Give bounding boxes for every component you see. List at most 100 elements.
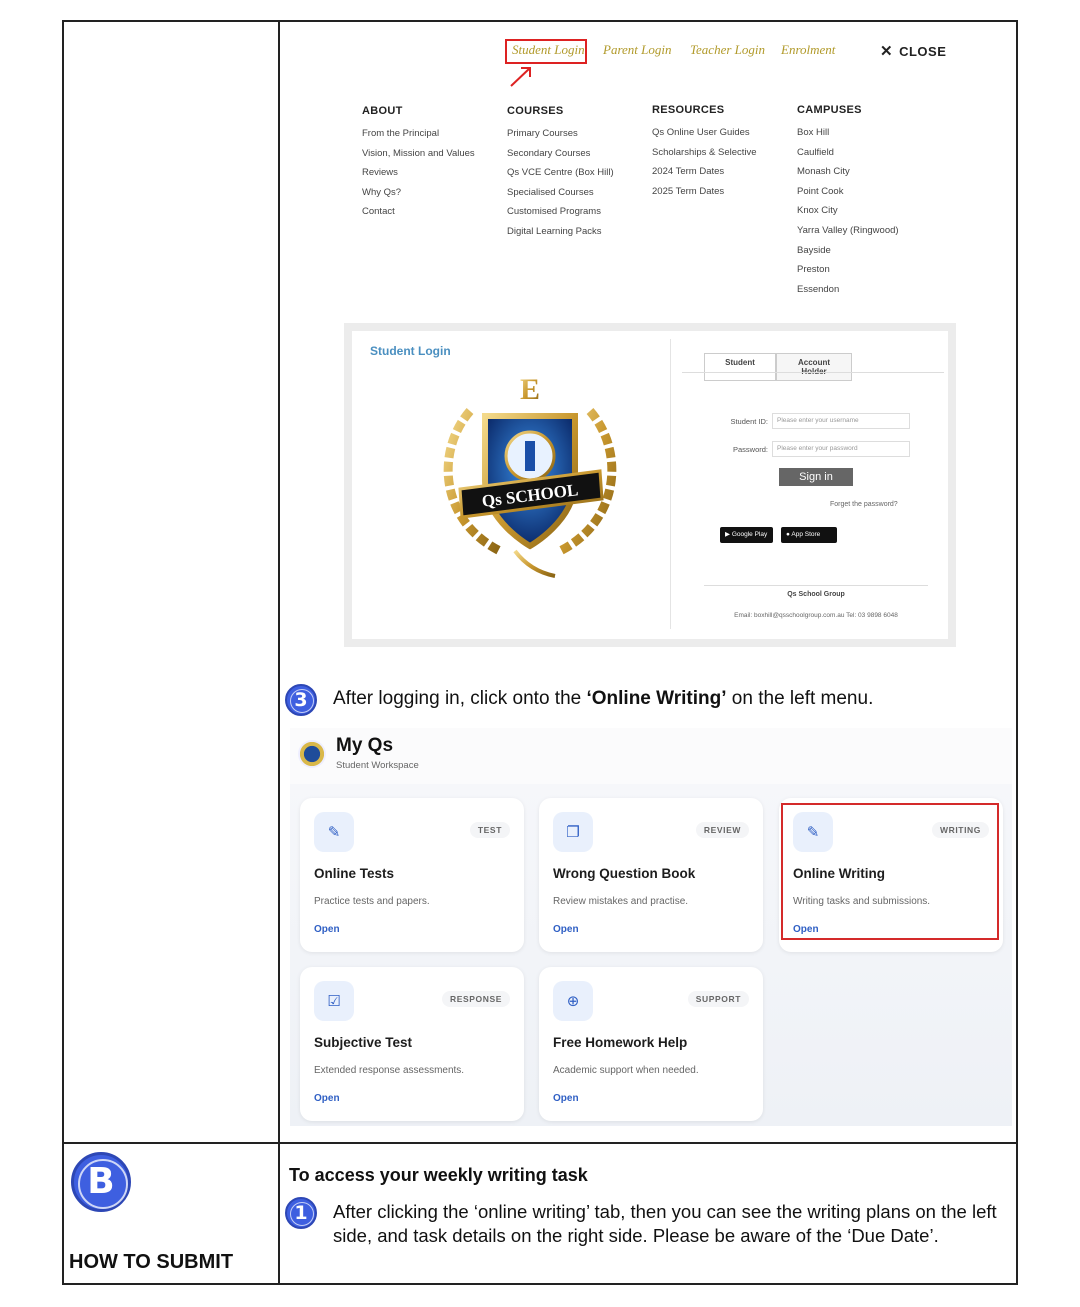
card-tag: SUPPORT	[687, 991, 749, 1007]
card-tag: REVIEW	[695, 822, 749, 838]
card-open-link[interactable]: Open	[553, 1093, 579, 1104]
close-label: CLOSE	[899, 43, 947, 59]
close-button[interactable]: ✕ CLOSE	[880, 42, 946, 60]
section-b-badge: B	[71, 1152, 131, 1212]
column-divider	[278, 20, 280, 1285]
app-store-label: App Store	[791, 531, 821, 538]
dashboard-subtitle: Student Workspace	[336, 760, 419, 771]
section-label: HOW TO SUBMIT	[69, 1251, 234, 1273]
menu-item[interactable]: Vision, Mission and Values	[362, 148, 475, 168]
card-title: Free Homework Help	[553, 1035, 688, 1050]
school-group-name: Qs School Group	[787, 591, 845, 598]
menu-heading: CAMPUSES	[797, 104, 862, 116]
menu-item[interactable]: Qs VCE Centre (Box Hill)	[507, 167, 614, 187]
menu-item[interactable]: Bayside	[797, 245, 899, 265]
menu-item[interactable]: Monash City	[797, 166, 899, 186]
step-3-bold: ‘Online Writing’	[586, 688, 727, 709]
menu-item[interactable]: Specialised Courses	[507, 187, 614, 207]
menu-item[interactable]: Caulfield	[797, 147, 899, 167]
menu-item[interactable]: 2024 Term Dates	[652, 166, 757, 186]
tab-student[interactable]: Student	[704, 353, 776, 381]
crest-letter: E	[520, 373, 540, 406]
panel-divider	[670, 339, 671, 629]
card-online-tests[interactable]: ✎ TEST Online Tests Practice tests and p…	[300, 798, 524, 952]
login-tabs: Student Account Holder	[704, 353, 852, 381]
step-3-before: After logging in, click onto the	[333, 688, 587, 709]
tab-account-holder[interactable]: Account Holder	[776, 353, 852, 381]
apple-icon: ●	[786, 531, 790, 538]
footer-divider	[704, 585, 928, 586]
card-description: Academic support when needed.	[553, 1065, 699, 1076]
section-heading: To access your weekly writing task	[289, 1165, 588, 1185]
menu-resources: RESOURCES Qs Online User Guides Scholars…	[652, 104, 757, 205]
menu-item[interactable]: Knox City	[797, 205, 899, 225]
card-open-link[interactable]: Open	[314, 924, 340, 935]
menu-about: ABOUT From the Principal Vision, Mission…	[362, 105, 475, 226]
card-subjective-test[interactable]: ☑ RESPONSE Subjective Test Extended resp…	[300, 967, 524, 1121]
menu-item[interactable]: Preston	[797, 264, 899, 284]
menu-item[interactable]: 2025 Term Dates	[652, 186, 757, 206]
menu-heading: ABOUT	[362, 105, 403, 117]
menu-item[interactable]: Point Cook	[797, 186, 899, 206]
close-icon: ✕	[880, 43, 894, 60]
app-store-badge[interactable]: ● App Store	[781, 527, 837, 543]
step-1-text: After clicking the ‘online writing’ tab,…	[333, 1201, 997, 1246]
login-screenshot: Student Login E Qs SCHOOL Student Accoun…	[344, 323, 956, 647]
menu-item[interactable]: Contact	[362, 206, 475, 226]
card-open-link[interactable]: Open	[314, 1093, 340, 1104]
menu-item[interactable]: Primary Courses	[507, 128, 614, 148]
step-1-badge: 1	[285, 1197, 317, 1229]
menu-item[interactable]: Essendon	[797, 284, 899, 304]
google-play-badge[interactable]: ▶ Google Play	[720, 527, 773, 543]
teacher-login-link[interactable]: Teacher Login	[690, 42, 765, 58]
menu-item[interactable]: Yarra Valley (Ringwood)	[797, 225, 899, 245]
pointer-arrow-icon	[510, 67, 531, 87]
enrolment-link[interactable]: Enrolment	[781, 42, 835, 58]
menu-item[interactable]: Digital Learning Packs	[507, 226, 614, 246]
step-3-after: on the left menu.	[726, 688, 874, 709]
row-divider	[62, 1142, 1018, 1144]
menu-courses: COURSES Primary Courses Secondary Course…	[507, 105, 614, 246]
card-open-link[interactable]: Open	[553, 924, 579, 935]
student-id-input[interactable]: Please enter your username	[772, 413, 910, 429]
menu-item[interactable]: Qs Online User Guides	[652, 127, 757, 147]
my-qs-logo	[298, 740, 326, 768]
sign-in-button[interactable]: Sign in	[779, 468, 853, 486]
menu-item[interactable]: Scholarships & Selective	[652, 147, 757, 167]
menu-item[interactable]: Why Qs?	[362, 187, 475, 207]
card-free-homework-help[interactable]: ⊕ SUPPORT Free Homework Help Academic su…	[539, 967, 763, 1121]
password-label: Password:	[732, 444, 768, 454]
forgot-password-link[interactable]: Forget the password?	[830, 501, 898, 508]
menu-campuses: CAMPUSES Box Hill Caulfield Monash City …	[797, 104, 899, 303]
menu-item[interactable]: Customised Programs	[507, 206, 614, 226]
card-title: Subjective Test	[314, 1035, 413, 1050]
card-title: Wrong Question Book	[553, 866, 696, 881]
menu-item[interactable]: Reviews	[362, 167, 475, 187]
tab-underline	[682, 372, 944, 373]
card-tag: RESPONSE	[441, 991, 510, 1007]
login-panel: Student Login E Qs SCHOOL Student Accoun…	[352, 331, 948, 639]
checkbox-icon: ☑	[314, 981, 354, 1021]
card-tag: TEST	[469, 822, 510, 838]
card-wrong-question-book[interactable]: ❐ REVIEW Wrong Question Book Review mist…	[539, 798, 763, 952]
menu-item[interactable]: Secondary Courses	[507, 148, 614, 168]
google-play-label: Google Play	[731, 531, 768, 538]
online-writing-highlight	[781, 803, 999, 940]
student-id-row: Student ID: Please enter your username	[712, 413, 910, 429]
student-id-label: Student ID:	[730, 416, 768, 426]
card-description: Extended response assessments.	[314, 1065, 465, 1076]
login-title: Student Login	[370, 344, 451, 358]
parent-login-link[interactable]: Parent Login	[603, 42, 672, 58]
menu-item[interactable]: Box Hill	[797, 127, 899, 147]
step-3-text: After logging in, click onto the ‘Online…	[333, 688, 873, 710]
contact-line: Email: boxhill@qsschoolgroup.com.au Tel:…	[734, 612, 898, 619]
password-row: Password: Please enter your password	[712, 441, 910, 457]
menu-item[interactable]: From the Principal	[362, 128, 475, 148]
lifebuoy-icon: ⊕	[553, 981, 593, 1021]
card-title: Online Tests	[314, 866, 395, 881]
password-input[interactable]: Please enter your password	[772, 441, 910, 457]
dashboard-header	[290, 728, 1012, 784]
dashboard-title: My Qs	[336, 735, 394, 756]
menu-heading: RESOURCES	[652, 104, 725, 116]
school-crest-logo: E Qs SCHOOL	[443, 373, 617, 578]
